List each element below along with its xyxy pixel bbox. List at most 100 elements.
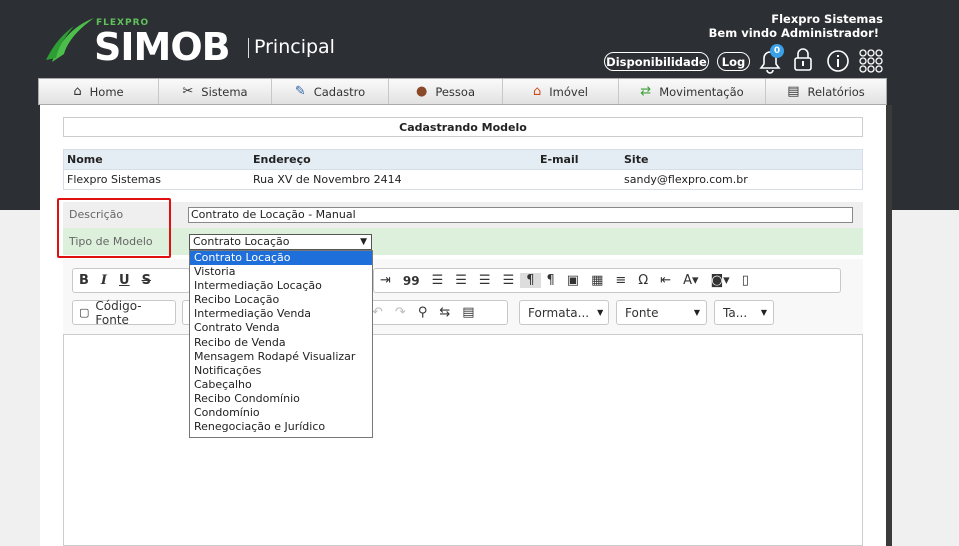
size-label: Ta... xyxy=(723,305,748,320)
replace-icon[interactable]: ⇆ xyxy=(433,305,456,320)
nav-item-movimentacao[interactable]: ⇄ Movimentação xyxy=(619,79,766,104)
company-block: Flexpro Sistemas Bem vindo Administrador… xyxy=(709,12,883,40)
dropdown-option[interactable]: Condomínio xyxy=(190,406,372,420)
notification-badge: 0 xyxy=(770,44,784,58)
nav-item-label: Cadastro xyxy=(313,84,366,99)
brand-separator xyxy=(248,38,249,58)
company-name: Flexpro Sistemas xyxy=(771,12,883,26)
page-title: Cadastrando Modelo xyxy=(63,117,863,137)
dropdown-option[interactable]: Recibo Condomínio xyxy=(190,392,372,406)
availability-button[interactable]: Disponibilidade xyxy=(604,52,709,71)
value-endereco: Rua XV de Novembro 2414 xyxy=(253,173,402,186)
underline-button[interactable]: U xyxy=(113,273,136,288)
dropdown-option[interactable]: Intermediação Locação xyxy=(190,279,372,293)
person-icon: ● xyxy=(415,84,428,99)
italic-button[interactable]: I xyxy=(95,273,113,288)
dropdown-option[interactable]: Notificações xyxy=(190,364,372,378)
table-row: Flexpro Sistemas Rua XV de Novembro 2414… xyxy=(64,169,862,189)
nav-item-sistema[interactable]: ✂ Sistema xyxy=(159,79,272,104)
chevron-down-icon: ▼ xyxy=(360,237,367,247)
dropdown-option[interactable]: Intermediação Venda xyxy=(190,307,372,321)
dropdown-option[interactable]: Contrato Locação xyxy=(190,251,372,266)
highlight-box xyxy=(57,198,171,258)
content-shadow xyxy=(886,105,892,546)
dropdown-option[interactable]: Renegociação e Jurídico xyxy=(190,420,372,434)
pen-icon: ✎ xyxy=(294,84,306,99)
type-select-value: Contrato Locação xyxy=(193,235,290,248)
nav-item-pessoa[interactable]: ● Pessoa xyxy=(389,79,503,104)
brand-subtitle: Principal xyxy=(254,36,335,58)
nav-item-label: Home xyxy=(89,84,124,99)
horizontal-line-icon[interactable]: ≡ xyxy=(609,273,632,288)
header-nome: Nome xyxy=(67,153,103,166)
value-site: sandy@flexpro.com.br xyxy=(624,173,748,186)
source-label: Código-Fonte xyxy=(95,298,142,327)
dropdown-option[interactable]: Recibo de Venda xyxy=(190,336,372,350)
ltr-icon[interactable]: ¶ xyxy=(520,273,541,288)
description-input[interactable]: Contrato de Locação - Manual xyxy=(188,207,853,223)
select-all-icon[interactable]: ▤ xyxy=(456,305,480,320)
strike-button[interactable]: S xyxy=(136,273,157,288)
nav-item-label: Imóvel xyxy=(549,84,588,99)
type-select[interactable]: Contrato Locação ▼ xyxy=(189,234,372,250)
header-site: Site xyxy=(624,153,649,166)
source-button[interactable]: ▢ Código-Fonte xyxy=(72,298,176,327)
size-dropdown[interactable]: Ta... ▼ xyxy=(714,300,774,325)
format-label: Formata... xyxy=(528,305,590,320)
bg-color-icon[interactable]: ◙▾ xyxy=(705,273,736,288)
nav-item-label: Sistema xyxy=(201,84,248,99)
flexpro-logo-icon xyxy=(46,18,94,62)
apps-grid-icon[interactable] xyxy=(858,48,884,74)
dropdown-option[interactable]: Mensagem Rodapé Visualizar xyxy=(190,350,372,364)
maximize-icon[interactable]: ▯ xyxy=(736,273,755,288)
nav-item-home[interactable]: ⌂ Home xyxy=(39,79,159,104)
chevron-down-icon: ▼ xyxy=(693,308,700,317)
bold-button[interactable]: B xyxy=(73,273,95,288)
special-char-button[interactable]: Ω xyxy=(632,273,654,288)
blockquote-button[interactable]: 99 xyxy=(397,274,426,288)
clipboard-icon: ▤ xyxy=(787,84,800,99)
align-center-icon[interactable]: ☰ xyxy=(449,273,473,288)
align-right-icon[interactable]: ☰ xyxy=(473,273,497,288)
redo-icon[interactable]: ↷ xyxy=(389,305,412,320)
header-email: E-mail xyxy=(540,153,579,166)
nav-item-cadastro[interactable]: ✎ Cadastro xyxy=(272,79,389,104)
nav-item-label: Pessoa xyxy=(435,84,475,99)
image-icon[interactable]: ▣ xyxy=(561,273,585,288)
edit-button-group: ↶ ↷ ⚲ ⇆ ▤ xyxy=(365,300,508,325)
home-icon: ⌂ xyxy=(73,84,82,99)
format-dropdown[interactable]: Formata... ▼ xyxy=(519,300,609,325)
dropdown-option[interactable]: Vistoria xyxy=(190,265,372,279)
table-icon[interactable]: ▦ xyxy=(585,273,609,288)
paragraph-button-group: ⇥ 99 ☰ ☰ ☰ ☰ ¶ ¶ ▣ ▦ ≡ Ω ⇤ A▾ ◙▾ ▯ xyxy=(373,268,841,293)
tools-icon: ✂ xyxy=(182,84,194,99)
nav-item-imovel[interactable]: ⌂ Imóvel xyxy=(503,79,619,104)
chevron-down-icon: ▼ xyxy=(760,308,767,317)
dropdown-option[interactable]: Cabeçalho xyxy=(190,378,372,392)
log-button[interactable]: Log xyxy=(717,52,750,71)
type-row: Tipo de Modelo xyxy=(63,228,863,255)
type-dropdown-list: Contrato Locação Vistoria Intermediação … xyxy=(189,250,373,438)
rtl-icon[interactable]: ¶ xyxy=(541,273,561,288)
chevron-down-icon: ▼ xyxy=(597,308,604,317)
house-icon: ⌂ xyxy=(533,84,542,99)
source-icon: ▢ xyxy=(79,306,90,319)
value-nome: Flexpro Sistemas xyxy=(67,173,161,186)
info-table: Nome Endereço E-mail Site Flexpro Sistem… xyxy=(63,149,863,190)
welcome-text: Bem vindo Administrador! xyxy=(708,26,879,40)
nav-item-label: Relatórios xyxy=(807,84,865,99)
align-left-icon[interactable]: ☰ xyxy=(426,273,450,288)
dropdown-option[interactable]: Recibo Locação xyxy=(190,293,372,307)
find-icon[interactable]: ⚲ xyxy=(412,305,434,320)
info-icon[interactable] xyxy=(826,49,850,73)
main-nav: ⌂ Home ✂ Sistema ✎ Cadastro ● Pessoa ⌂ I… xyxy=(38,78,887,105)
dropdown-option[interactable]: Contrato Venda xyxy=(190,321,372,335)
font-dropdown[interactable]: Fonte ▼ xyxy=(616,300,707,325)
nav-item-relatorios[interactable]: ▤ Relatórios xyxy=(766,79,886,104)
align-justify-icon[interactable]: ☰ xyxy=(497,273,521,288)
indent-icon[interactable]: ⇥ xyxy=(374,273,397,288)
header-endereco: Endereço xyxy=(253,153,311,166)
page-break-icon[interactable]: ⇤ xyxy=(654,273,677,288)
lock-icon[interactable] xyxy=(792,47,814,73)
text-color-icon[interactable]: A▾ xyxy=(677,273,704,288)
